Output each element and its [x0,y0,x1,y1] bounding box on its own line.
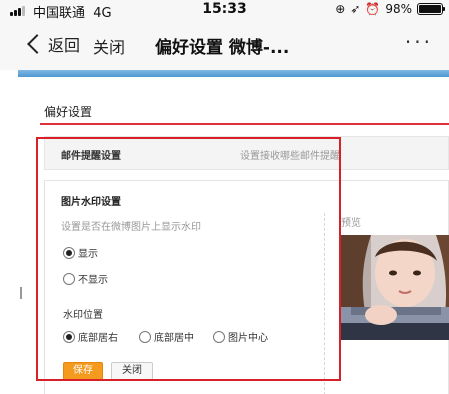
load-progress-bar [18,70,449,77]
page-title: 偏好设置 微博-... [155,38,290,58]
close-button[interactable]: 关闭 [93,34,125,58]
battery-icon [417,3,445,15]
watermark-description: 设置是否在微博图片上显示水印 [61,222,201,233]
preview-photo [341,235,449,340]
chevron-left-icon [27,34,47,54]
rotation-lock-icon: ⊕ [335,2,346,16]
radio-unselected-icon [213,330,225,343]
position-bottom-right-label: 底部居右 [78,333,118,344]
battery-level [419,5,441,13]
position-image-center-label: 图片中心 [228,333,268,344]
dashed-divider [324,213,325,394]
watermark-position-label: 水印位置 [63,310,103,321]
watermark-hide-radio[interactable]: 不显示 [63,271,108,286]
section-divider [40,123,449,125]
close-settings-button[interactable]: 关闭 [111,362,153,380]
status-right-group: ⊕ ➶ ⏰ 98% [335,2,445,16]
watermark-show-radio[interactable]: 显示 [63,245,98,260]
save-button[interactable]: 保存 [63,362,103,380]
mail-reminder-link[interactable]: 设置接收哪些邮件提醒 [240,147,340,162]
preview-label: 预览 [341,218,361,229]
settings-panel: 偏好设置 邮件提醒设置 设置接收哪些邮件提醒 图片水印设置 设置是否在微博图片上… [26,77,449,394]
position-bottom-right-radio[interactable]: 底部居右 [63,329,118,344]
mail-reminder-row[interactable]: 邮件提醒设置 设置接收哪些邮件提醒 [44,136,449,170]
nav-bar: 返回 关闭 偏好设置 微博-... ··· [0,22,449,70]
preview-image [341,235,449,340]
battery-percent: 98% [385,2,412,16]
location-icon: ➶ [350,2,361,16]
back-label: 返回 [48,36,81,55]
load-progress-fill [18,70,449,77]
section-title: 偏好设置 [44,105,93,119]
watermark-hide-label: 不显示 [78,275,108,286]
more-menu-button[interactable]: ··· [405,30,433,54]
mail-reminder-title: 邮件提醒设置 [61,151,121,162]
alarm-icon: ⏰ [365,2,381,16]
back-button[interactable]: 返回 [27,32,81,56]
position-bottom-center-label: 底部居中 [154,333,194,344]
radio-selected-icon [63,330,75,343]
gutter-scroll-mark [20,287,22,299]
radio-unselected-icon [139,330,151,343]
status-bar: 中国联通 4G 15:33 ⊕ ➶ ⏰ 98% [0,0,449,22]
left-gutter [0,77,22,394]
position-image-center-radio[interactable]: 图片中心 [213,329,268,344]
watermark-settings-card: 图片水印设置 设置是否在微博图片上显示水印 显示 不显示 水印位置 底部居右 底… [44,180,449,394]
watermark-title: 图片水印设置 [61,197,121,208]
watermark-show-label: 显示 [78,249,98,260]
radio-selected-icon [63,246,75,259]
radio-unselected-icon [63,272,75,285]
position-bottom-center-radio[interactable]: 底部居中 [139,329,194,344]
